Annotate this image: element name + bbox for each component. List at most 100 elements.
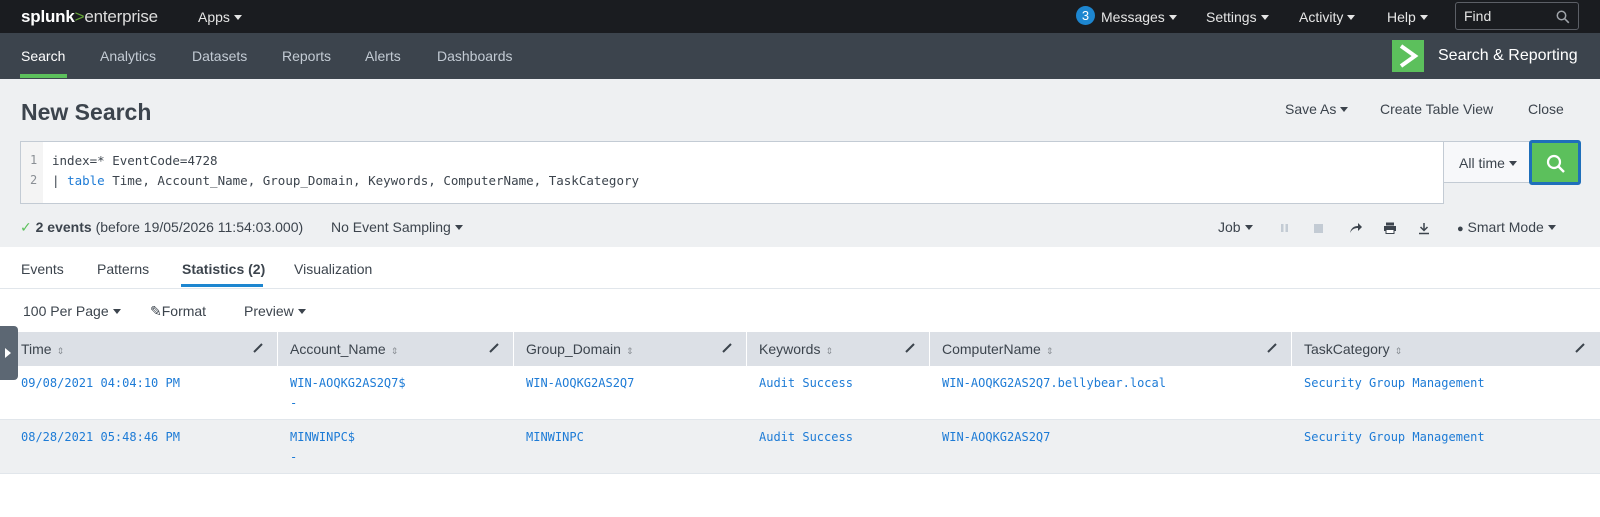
chevron-down-icon [1260,15,1269,20]
search-line-2: | table Time, Account_Name, Group_Domain… [52,173,640,188]
column-header-computer-name[interactable]: ComputerName ⇕ [942,341,1053,357]
help-menu[interactable]: Help [1387,9,1428,25]
time-range-picker[interactable]: All time [1443,141,1530,183]
column-header-task-category[interactable]: TaskCategory ⇕ [1304,341,1402,357]
apps-menu[interactable]: Apps [198,9,242,25]
chevron-down-icon [1168,15,1177,20]
chevron-down-icon [454,225,463,230]
event-sampling-dropdown[interactable]: No Event Sampling [331,219,463,235]
format-button[interactable]: ✎Format [150,303,206,320]
pause-icon[interactable] [1280,222,1290,234]
search-line-1: index=* EventCode=4728 [52,153,218,168]
search-icon[interactable] [1556,10,1570,24]
sort-icon: ⇕ [825,346,834,356]
find-input[interactable] [1464,8,1554,24]
search-mode-dropdown[interactable]: ● Smart Mode [1457,219,1556,235]
column-header-group-domain[interactable]: Group_Domain ⇕ [526,341,633,357]
edit-column-icon[interactable] [488,342,500,354]
sort-icon: ⇕ [1045,346,1054,356]
cell-keywords[interactable]: Audit Success [759,376,853,390]
cell-account-name[interactable]: WIN-AOQKG2AS2Q7$ - [290,376,406,410]
edit-column-icon[interactable] [1266,342,1278,354]
cell-computer-name[interactable]: WIN-AOQKG2AS2Q7 [942,430,1050,444]
sidebar-toggle-handle[interactable] [0,326,18,380]
table-header: Time ⇕ Account_Name ⇕ Group_Domain ⇕ Keywor… [0,332,1600,366]
tab-visualization[interactable]: Visualization [294,261,372,277]
chevron-down-icon [1340,107,1349,112]
per-page-dropdown[interactable]: 100 Per Page [23,303,121,319]
tab-patterns[interactable]: Patterns [97,261,149,277]
activity-menu[interactable]: Activity [1299,9,1356,25]
cell-task-category[interactable]: Security Group Management [1304,376,1485,390]
column-divider [929,332,930,366]
tab-reports[interactable]: Reports [282,48,331,64]
search-button[interactable] [1529,140,1581,185]
edit-column-icon[interactable] [252,342,264,354]
sort-icon: ⇕ [56,346,65,356]
preview-dropdown[interactable]: Preview [244,303,306,319]
table-row: 09/08/2021 04:04:10 PM WIN-AOQKG2AS2Q7$ -… [0,366,1600,420]
column-header-time[interactable]: Time ⇕ [21,341,64,357]
edit-column-icon[interactable] [721,342,733,354]
cell-task-category[interactable]: Security Group Management [1304,430,1485,444]
event-count-status: ✓ 2 events (before 19/05/2026 11:54:03.0… [20,219,304,235]
chevron-down-icon [233,15,242,20]
edit-column-icon[interactable] [904,342,916,354]
column-divider [746,332,747,366]
line-number: 1 [30,153,38,167]
search-icon [1546,154,1565,173]
tab-datasets[interactable]: Datasets [192,48,247,64]
chevron-down-icon [1547,225,1556,230]
messages-count-badge[interactable]: 3 [1076,6,1095,25]
cell-time[interactable]: 08/28/2021 05:48:46 PM [21,430,180,444]
top-bar: splunk>enterprise Apps 3 Messages Settin… [0,0,1600,33]
print-icon[interactable] [1383,222,1397,234]
cell-time[interactable]: 09/08/2021 04:04:10 PM [21,376,180,390]
tab-statistics[interactable]: Statistics (2) [182,261,265,277]
close-button[interactable]: Close [1528,101,1564,117]
tab-search[interactable]: Search [21,48,65,64]
column-header-account-name[interactable]: Account_Name ⇕ [290,341,398,357]
stop-icon[interactable] [1313,222,1325,234]
cell-group-domain[interactable]: MINWINPC [526,430,584,444]
column-divider [277,332,278,366]
find-field[interactable] [1455,2,1579,30]
cell-group-domain[interactable]: WIN-AOQKG2AS2Q7 [526,376,634,390]
edit-column-icon[interactable] [1574,342,1586,354]
chevron-down-icon [1244,225,1253,230]
search-input[interactable]: 1 2 index=* EventCode=4728 | table Time,… [20,141,1444,204]
splunk-logo[interactable]: splunk>enterprise [21,7,158,27]
cell-keywords[interactable]: Audit Success [759,430,853,444]
chevron-down-icon [112,309,121,314]
column-divider [513,332,514,366]
share-icon[interactable] [1349,222,1363,234]
column-header-keywords[interactable]: Keywords ⇕ [759,341,833,357]
cell-computer-name[interactable]: WIN-AOQKG2AS2Q7.bellybear.local [942,376,1166,390]
tab-alerts[interactable]: Alerts [365,48,401,64]
save-as-button[interactable]: Save As [1285,101,1349,117]
app-title[interactable]: Search & Reporting [1438,47,1578,65]
active-tab-indicator [20,74,67,78]
job-menu[interactable]: Job [1218,219,1253,235]
app-logo-icon [1392,40,1424,72]
cell-account-name[interactable]: MINWINPC$ - [290,430,355,464]
tab-dashboards[interactable]: Dashboards [437,48,513,64]
page-title: New Search [21,99,152,125]
export-icon[interactable] [1417,222,1431,235]
column-divider [1291,332,1292,366]
create-table-view-button[interactable]: Create Table View [1380,101,1493,117]
settings-menu[interactable]: Settings [1206,9,1269,25]
tab-analytics[interactable]: Analytics [100,48,156,64]
tab-events[interactable]: Events [21,261,64,277]
line-number: 2 [30,173,38,187]
messages-menu[interactable]: Messages [1101,9,1177,25]
table-row: 08/28/2021 05:48:46 PM MINWINPC$ - MINWIN… [0,420,1600,474]
sort-icon: ⇕ [390,346,399,356]
pencil-icon: ✎ [150,303,162,319]
bulb-icon: ● [1457,223,1464,235]
chevron-down-icon [1508,161,1517,166]
sort-icon: ⇕ [625,346,634,356]
chevron-down-icon [1347,15,1356,20]
chevron-down-icon [297,309,306,314]
active-result-tab-indicator [181,284,263,287]
